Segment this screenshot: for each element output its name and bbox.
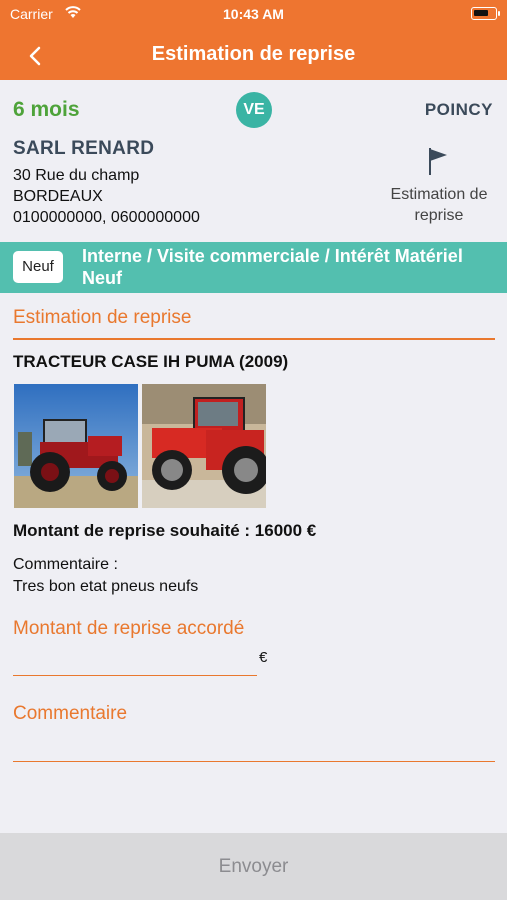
duration-label: 6 mois (13, 98, 80, 121)
comment-label: Commentaire : (13, 556, 118, 573)
send-button[interactable]: Envoyer (0, 833, 507, 900)
address-city: BORDEAUX (13, 188, 103, 205)
location-label: POINCY (424, 100, 493, 119)
flag-icon[interactable] (424, 146, 452, 176)
comment-text: Tres bon etat pneus neufs (13, 578, 199, 595)
phone-numbers: 0100000000, 0600000000 (13, 209, 200, 226)
visit-type-text: Interne / Visite commerciale / Intérêt M… (82, 246, 463, 288)
ve-badge: VE (236, 92, 272, 128)
comment-field-label: Commentaire (13, 703, 128, 724)
tractor-photo-2[interactable] (142, 384, 266, 508)
visit-banner: Neuf Interne / Visite commerciale / Inté… (0, 242, 507, 293)
company-name: SARL RENARD (13, 138, 155, 159)
section-title-estimation: Estimation de reprise (13, 307, 192, 328)
address-street: 30 Rue du champ (13, 167, 140, 184)
send-button-label: Envoyer (218, 856, 289, 877)
machine-title: TRACTEUR CASE IH PUMA (2009) (13, 352, 289, 371)
granted-amount-label: Montant de reprise accordé (13, 618, 245, 639)
currency-label: € (259, 649, 268, 666)
battery-icon (471, 7, 500, 20)
section-divider (13, 338, 495, 340)
page-title: Estimation de reprise (151, 43, 356, 65)
navigation-bar: Carrier 10:43 AM Estimation de reprise (0, 0, 507, 80)
tractor-photo-1[interactable] (14, 384, 138, 508)
granted-amount-input[interactable] (13, 646, 257, 676)
customer-header: 6 mois VE POINCY SARL RENARD 30 Rue du c… (0, 80, 507, 242)
estimation-flag-label[interactable]: Estimation de reprise (375, 184, 503, 226)
neuf-chip: Neuf (13, 251, 63, 283)
status-bar: Carrier 10:43 AM (0, 0, 507, 28)
amount-wanted: Montant de reprise souhaité : 16000 € (13, 521, 317, 540)
status-time: 10:43 AM (223, 6, 284, 22)
comment-input[interactable] (13, 730, 495, 762)
